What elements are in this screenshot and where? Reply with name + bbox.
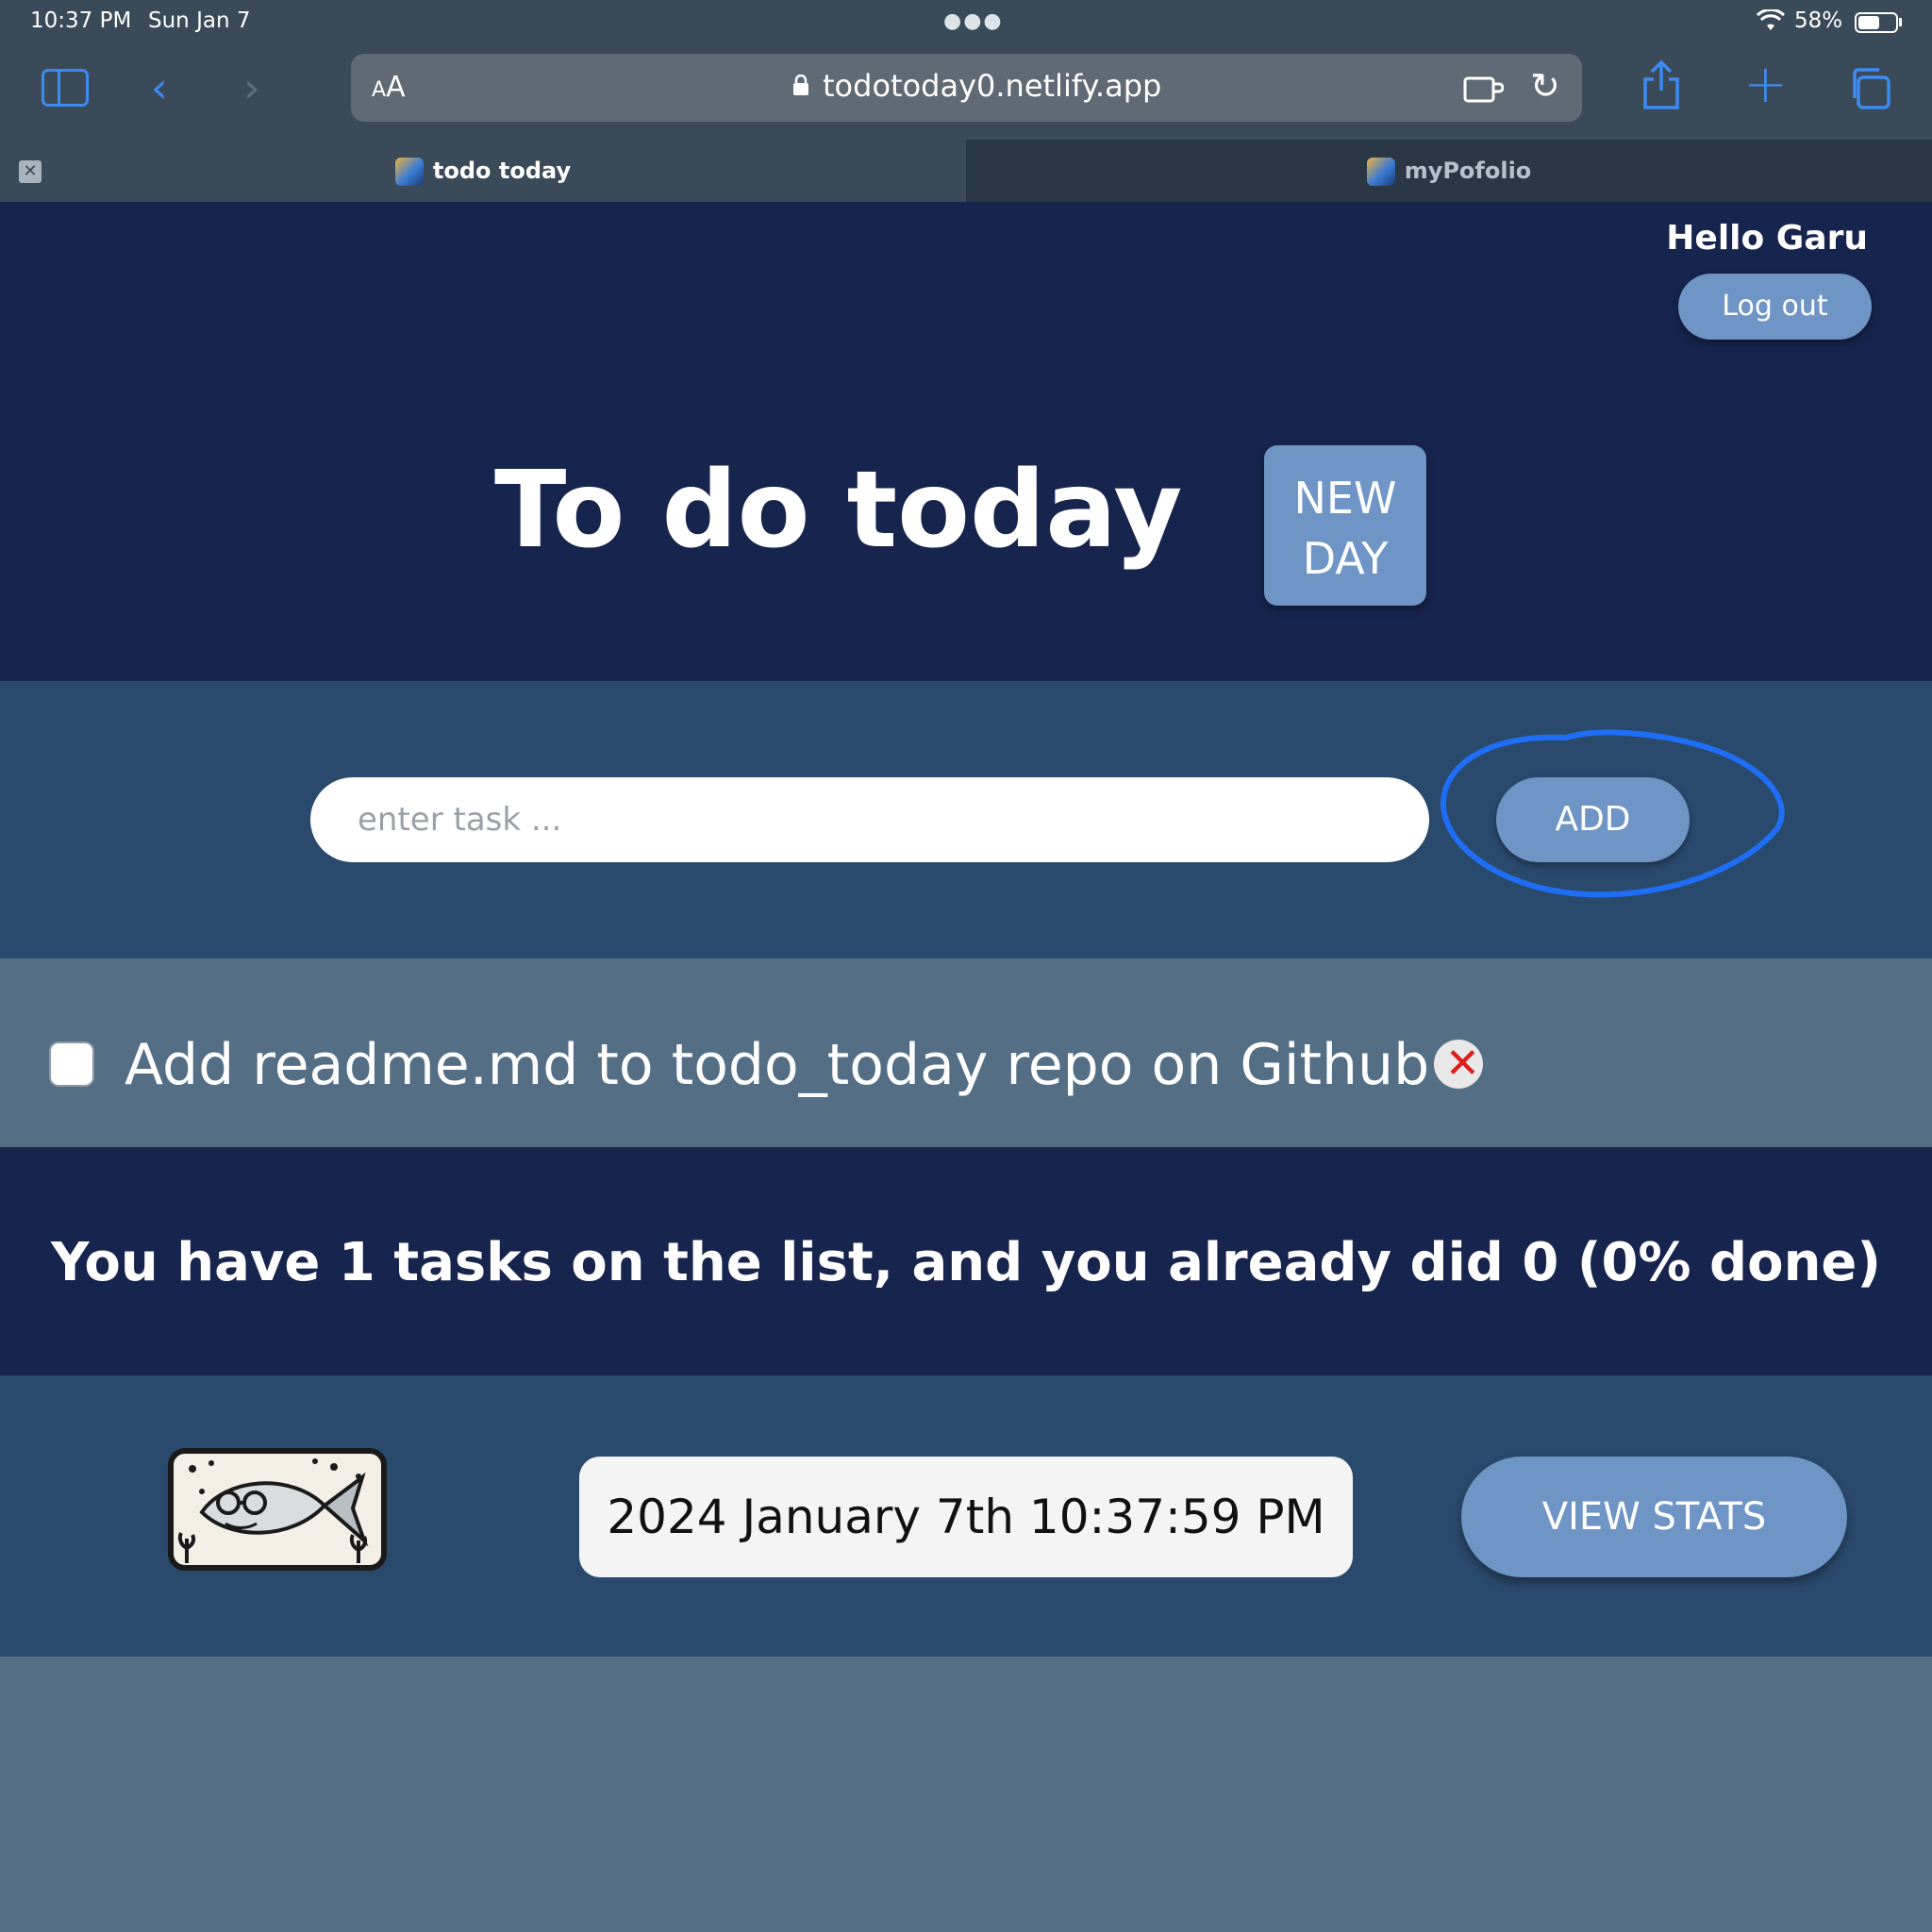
tab-mypofolio[interactable]: myPofolio <box>966 140 1932 202</box>
logout-button[interactable]: Log out <box>1678 274 1872 340</box>
status-bar: 10:37 PM Sun Jan 7 ●●● 58% <box>0 0 1932 45</box>
task-list: Add readme.md to todo_today repo on Gith… <box>0 958 1932 1147</box>
tab-close-icon[interactable]: ✕ <box>19 160 42 183</box>
new-tab-icon[interactable]: + <box>1743 58 1788 111</box>
view-stats-button[interactable]: VIEW STATS <box>1461 1457 1847 1577</box>
fish-icon <box>177 1458 369 1563</box>
reload-icon[interactable]: ↻ <box>1530 67 1560 105</box>
status-date: Sun Jan 7 <box>148 8 251 33</box>
summary-section: You have 1 tasks on the list, and you al… <box>0 1147 1932 1375</box>
app-header: Hello Garu Log out To do today NEW DAY <box>0 202 1932 681</box>
battery-level <box>1858 16 1879 29</box>
close-icon: ✕ <box>1445 1040 1480 1088</box>
text-size-button[interactable]: AA <box>372 71 406 104</box>
delete-task-button[interactable]: ✕ <box>1434 1040 1483 1089</box>
tab-label: myPofolio <box>1404 158 1532 184</box>
browser-toolbar: ‹ › AA todotoday0.netlify.app ↻ + <box>0 45 1932 140</box>
tab-label: todo today <box>432 158 572 184</box>
tab-bar: ✕ todo today myPofolio <box>0 140 1932 202</box>
extension-icon[interactable] <box>1462 71 1504 105</box>
footer: 2024 January 7th 10:37:59 PM VIEW STATS <box>0 1375 1932 1657</box>
new-day-button[interactable]: NEW DAY <box>1264 445 1426 606</box>
new-day-line1: NEW <box>1293 473 1397 524</box>
battery-icon <box>1855 12 1898 33</box>
task-input[interactable] <box>310 777 1429 862</box>
task-text: Add readme.md to todo_today repo on Gith… <box>125 1032 1430 1098</box>
favicon-icon <box>394 158 424 186</box>
page-title: To do today <box>494 449 1183 572</box>
lock-icon <box>793 75 808 95</box>
forward-icon[interactable]: › <box>243 68 260 109</box>
share-icon[interactable] <box>1640 58 1683 111</box>
multitasking-dots-icon[interactable]: ●●● <box>943 9 1004 33</box>
wifi-icon <box>1757 9 1785 30</box>
datetime-display: 2024 January 7th 10:37:59 PM <box>579 1457 1353 1577</box>
greeting: Hello Garu <box>1666 219 1868 258</box>
fish-logo <box>168 1448 387 1571</box>
address-bar[interactable]: AA todotoday0.netlify.app ↻ <box>351 54 1582 122</box>
back-icon[interactable]: ‹ <box>151 68 168 109</box>
summary-text: You have 1 tasks on the list, and you al… <box>50 1232 1882 1293</box>
favicon-icon <box>1366 158 1395 186</box>
tab-todo-today[interactable]: ✕ todo today <box>0 140 966 202</box>
battery-percent: 58% <box>1794 8 1843 33</box>
circle-annotation <box>1440 729 1785 898</box>
tabs-overview-icon[interactable] <box>1847 66 1890 109</box>
page-bottom <box>0 1657 1932 1932</box>
new-day-line2: DAY <box>1302 533 1389 584</box>
sidebar-icon[interactable] <box>42 69 89 107</box>
status-time: 10:37 PM <box>30 8 132 33</box>
url-text[interactable]: todotoday0.netlify.app <box>823 68 1161 104</box>
task-checkbox[interactable] <box>49 1041 94 1087</box>
